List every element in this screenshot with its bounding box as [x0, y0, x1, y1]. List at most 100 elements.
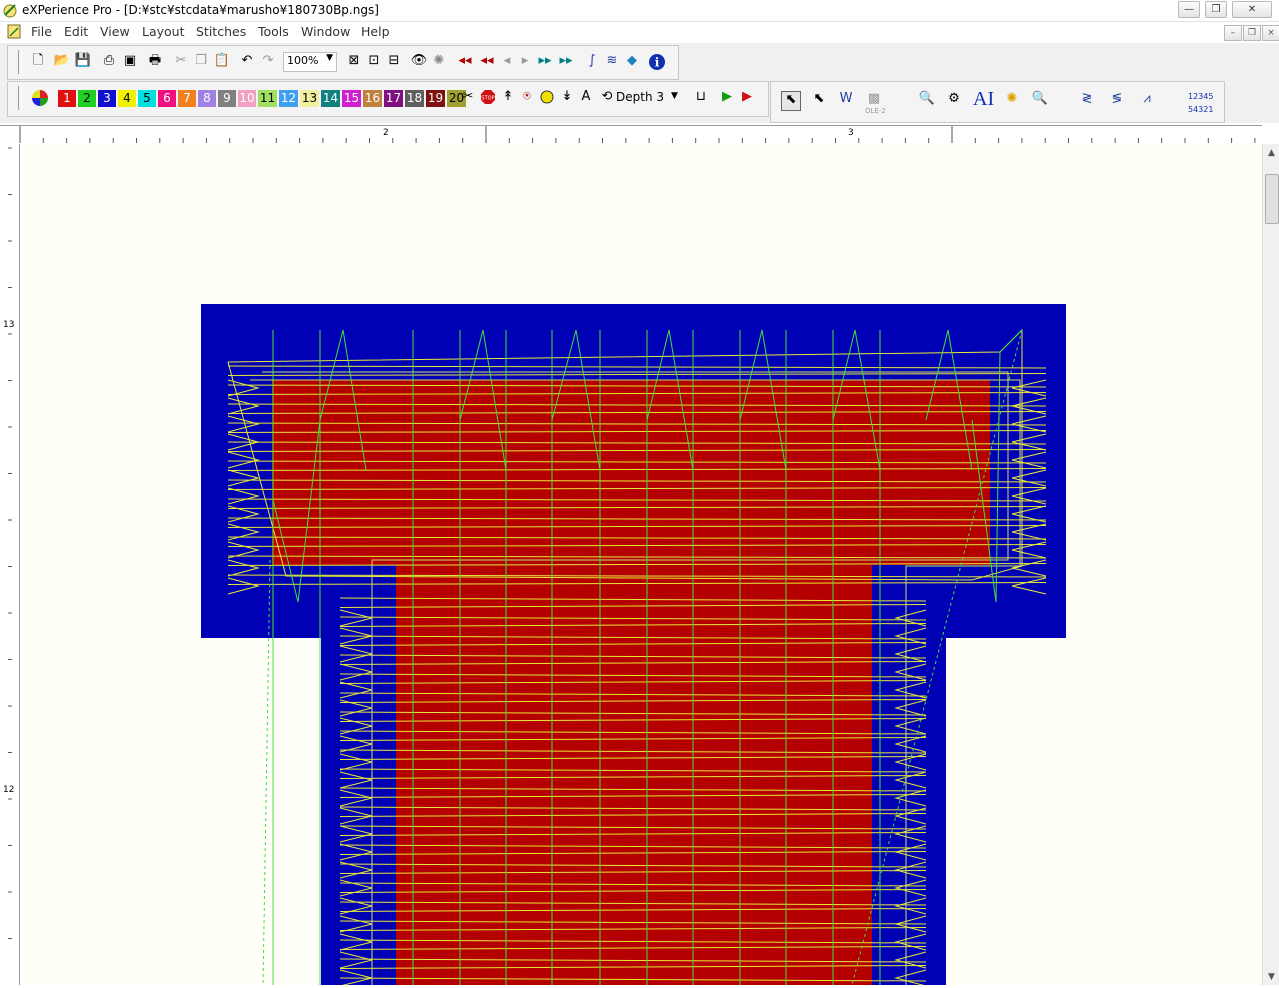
color-swatch-19[interactable]: 19 [426, 90, 445, 107]
new-file-icon[interactable]: 🗋 [29, 53, 47, 71]
menu-window[interactable]: Window [301, 24, 350, 39]
color-swatch-14[interactable]: 14 [321, 90, 340, 107]
cut-icon[interactable]: ✂ [172, 53, 190, 71]
horizontal-ruler: 2 3 [0, 125, 1262, 145]
redo-icon[interactable]: ↷ [259, 53, 277, 71]
close-button[interactable]: ✕ [1232, 1, 1272, 18]
menu-stitches[interactable]: Stitches [196, 24, 246, 39]
path-icon[interactable]: ∫ [583, 53, 601, 71]
design-canvas[interactable] [20, 144, 1262, 985]
node-select-icon[interactable]: ⬉ [810, 91, 828, 109]
scroll-thumb[interactable] [1265, 174, 1279, 224]
print-icon[interactable]: 🖶 [146, 53, 164, 71]
fill-diamond-icon[interactable]: ◆ [623, 53, 641, 71]
color-swatch-13[interactable]: 13 [300, 90, 319, 107]
mdi-close-button[interactable]: × [1262, 25, 1279, 41]
menu-edit[interactable]: Edit [64, 24, 88, 39]
color-swatch-7[interactable]: 7 [178, 90, 196, 107]
previous-stitch-icon[interactable]: ◂ [498, 53, 516, 71]
color-wheel-icon[interactable] [31, 89, 49, 107]
depth-label[interactable]: Depth 3 [616, 90, 664, 104]
stop-icon[interactable]: STOP [479, 89, 497, 107]
zoom-fit-icon[interactable]: ⊠ [345, 53, 363, 71]
next-stitch-icon[interactable]: ▸ [516, 53, 534, 71]
open-folder-icon[interactable]: 📂 [53, 53, 71, 71]
text-letter-icon[interactable]: A [577, 89, 595, 107]
minimize-button[interactable]: — [1178, 1, 1200, 18]
start-play-icon[interactable]: ▶ [718, 89, 736, 107]
previous-block-icon[interactable]: ◂◂ [478, 53, 496, 71]
color-swatch-8[interactable]: 8 [198, 90, 216, 107]
ai-text-tool[interactable]: AI [973, 88, 994, 111]
stitch-edit-icon[interactable]: W [837, 91, 855, 109]
last-stitch-icon[interactable]: ▸▸ [557, 53, 575, 71]
color-swatch-18[interactable]: 18 [405, 90, 424, 107]
scroll-down-icon[interactable]: ▼ [1266, 972, 1277, 982]
scissors-icon[interactable]: ✂ [459, 89, 477, 107]
needle-up-icon[interactable]: ↟ [499, 89, 517, 107]
menu-view[interactable]: View [100, 24, 130, 39]
view-stitches-icon[interactable]: ✺ [430, 53, 448, 71]
running-stitch-icon[interactable]: ⩘ [1138, 91, 1156, 109]
mdi-minimize-button[interactable]: – [1224, 25, 1242, 41]
zoom-frame-icon[interactable]: ⊡ [365, 53, 383, 71]
sequin-icon[interactable] [538, 89, 556, 107]
satin-stitch-icon[interactable]: ≷ [1078, 91, 1096, 109]
stitch-wave-icon[interactable]: ≋ [603, 53, 621, 71]
depth-icon[interactable]: ⟲ [598, 89, 616, 107]
zoom-area-icon[interactable]: 🔍 [918, 91, 936, 109]
numbering-top[interactable]: 12345 [1188, 92, 1213, 101]
color-swatch-4[interactable]: 4 [118, 90, 136, 107]
toolbar-grip[interactable] [18, 50, 22, 74]
menu-layout[interactable]: Layout [142, 24, 185, 39]
depth-dropdown-icon[interactable]: ▼ [671, 91, 678, 101]
color-swatch-2[interactable]: 2 [78, 90, 96, 107]
fill-stitch-icon[interactable]: ≶ [1108, 91, 1126, 109]
chevron-down-icon: ▼ [326, 53, 333, 63]
color-swatch-17[interactable]: 17 [384, 90, 403, 107]
mdi-restore-button[interactable]: ❐ [1243, 25, 1261, 41]
trim-icon[interactable]: ⍟ [518, 89, 536, 107]
vertical-scrollbar[interactable]: ▲ ▼ [1262, 144, 1279, 985]
toolbar-grip[interactable] [18, 86, 22, 110]
menu-file[interactable]: File [31, 24, 52, 39]
import-icon[interactable]: ⎙ [100, 53, 118, 71]
end-play-icon[interactable]: ▶ [738, 89, 756, 107]
save-icon[interactable]: 💾 [74, 53, 92, 71]
starburst-icon[interactable]: ✺ [1003, 91, 1021, 109]
menu-help[interactable]: Help [361, 24, 390, 39]
ruler-label-h2: 3 [848, 128, 854, 138]
select-arrow-icon[interactable]: ⬉ [781, 91, 801, 111]
magnifier-icon[interactable]: 🔍 [1031, 91, 1049, 109]
color-swatch-1[interactable]: 1 [58, 90, 76, 107]
first-stitch-icon[interactable]: ◂◂ [456, 53, 474, 71]
color-swatch-10[interactable]: 10 [238, 90, 256, 107]
view-eye-icon[interactable]: 👁 [410, 53, 428, 71]
scroll-up-icon[interactable]: ▲ [1266, 148, 1277, 158]
menu-tools[interactable]: Tools [258, 24, 289, 39]
needle-down-icon[interactable]: ↡ [558, 89, 576, 107]
color-swatch-16[interactable]: 16 [363, 90, 382, 107]
undo-icon[interactable]: ↶ [238, 53, 256, 71]
color-swatch-15[interactable]: 15 [342, 90, 361, 107]
next-block-icon[interactable]: ▸▸ [536, 53, 554, 71]
embroidery-design[interactable] [20, 144, 1262, 985]
copy-icon[interactable]: ❐ [192, 53, 210, 71]
color-swatch-11[interactable]: 11 [258, 90, 277, 107]
zoom-page-icon[interactable]: ⊟ [385, 53, 403, 71]
numbering-bottom[interactable]: 54321 [1188, 105, 1213, 114]
zoom-select[interactable]: 100% ▼ [283, 52, 337, 72]
document-icon[interactable] [7, 24, 21, 39]
title-bar: eXPerience Pro - [D:¥stc¥stcdata¥marusho… [0, 0, 1279, 22]
color-swatch-9[interactable]: 9 [218, 90, 236, 107]
settings-gear-icon[interactable]: ⚙ [945, 91, 963, 109]
paste-icon[interactable]: 📋 [213, 53, 231, 71]
color-swatch-12[interactable]: 12 [279, 90, 298, 107]
color-swatch-6[interactable]: 6 [158, 90, 176, 107]
export-icon[interactable]: ▣ [121, 53, 139, 71]
color-swatch-3[interactable]: 3 [98, 90, 116, 107]
embroidery-frame-icon[interactable]: ⊔ [692, 89, 710, 107]
restore-button[interactable]: ❐ [1205, 1, 1227, 18]
color-swatch-5[interactable]: 5 [138, 90, 156, 107]
info-icon[interactable]: i [648, 53, 666, 71]
